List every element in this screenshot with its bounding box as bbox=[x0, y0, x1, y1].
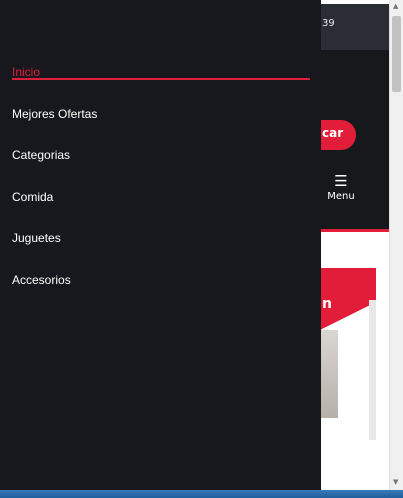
product-card-edge bbox=[369, 300, 376, 440]
vertical-scrollbar[interactable]: ▲ ▼ bbox=[389, 0, 403, 490]
nav-item-label: Categorias bbox=[12, 148, 71, 162]
nav-item-accesorios[interactable]: Accesorios bbox=[12, 272, 310, 300]
nav-item-label: Mejores Ofertas bbox=[12, 107, 98, 121]
nav-item-label: Accesorios bbox=[12, 273, 71, 287]
menu-button[interactable]: ☰ Menu bbox=[322, 172, 360, 203]
nav-item-comida[interactable]: Comida bbox=[12, 189, 310, 217]
hamburger-icon: ☰ bbox=[334, 172, 348, 190]
nav-item-label: Inicio bbox=[12, 65, 41, 79]
nav-item-inicio[interactable]: Inicio bbox=[12, 64, 310, 80]
caret-down-icon[interactable]: ▼ bbox=[393, 478, 398, 486]
nav-item-label: Comida bbox=[12, 190, 54, 204]
navigation-drawer: Inicio Mejores Ofertas Categorias Comida… bbox=[0, 0, 321, 490]
scrollbar-thumb[interactable] bbox=[392, 16, 401, 92]
top-bar-text: 39 bbox=[322, 18, 335, 29]
nav-item-juguetes[interactable]: Juguetes bbox=[12, 230, 310, 258]
caret-up-icon[interactable]: ▲ bbox=[393, 2, 398, 10]
nav-item-mejores-ofertas[interactable]: Mejores Ofertas bbox=[12, 106, 310, 134]
nav-item-label: Juguetes bbox=[12, 231, 61, 245]
promo-banner-text: n bbox=[322, 296, 332, 312]
menu-label: Menu bbox=[327, 191, 355, 202]
nav-item-categorias[interactable]: Categorias bbox=[12, 147, 310, 175]
product-image[interactable] bbox=[320, 330, 338, 418]
bottom-bar bbox=[0, 490, 403, 498]
